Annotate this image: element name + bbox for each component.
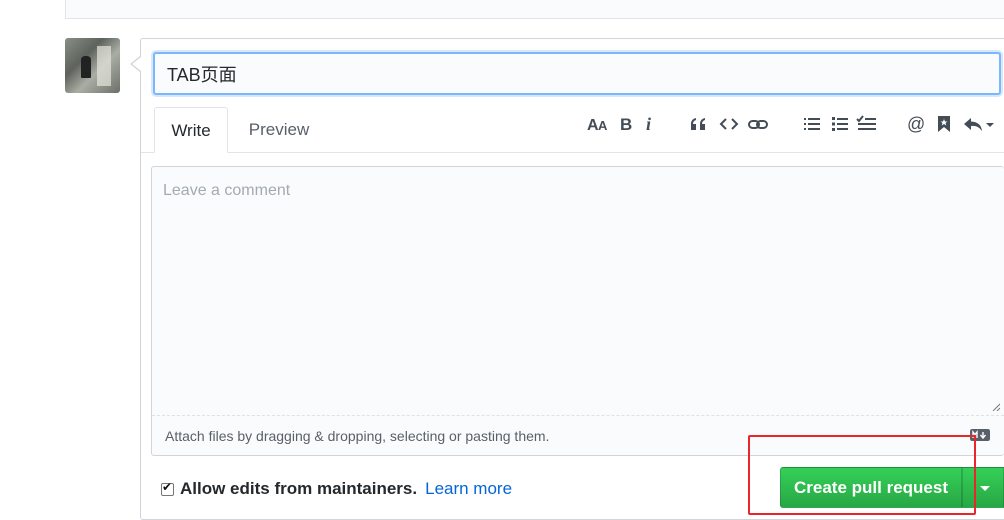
text-size-icon[interactable]: AA bbox=[587, 114, 611, 138]
avatar[interactable] bbox=[65, 38, 120, 93]
svg-text:A: A bbox=[598, 118, 608, 133]
svg-text:@: @ bbox=[907, 114, 925, 134]
tab-write[interactable]: Write bbox=[154, 107, 228, 153]
previous-comment-box bbox=[65, 0, 1004, 19]
allow-edits-row: Allow edits from maintainers. Learn more bbox=[161, 477, 512, 501]
avatar-light-shape bbox=[97, 46, 111, 86]
allow-edits-checkbox[interactable] bbox=[161, 480, 174, 496]
speech-caret-inner bbox=[132, 57, 141, 71]
code-icon[interactable] bbox=[719, 114, 739, 138]
svg-text:B: B bbox=[620, 115, 632, 134]
avatar-figure-shape bbox=[81, 56, 91, 78]
tab-preview[interactable]: Preview bbox=[240, 107, 318, 153]
learn-more-link[interactable]: Learn more bbox=[425, 479, 512, 499]
pull-request-title-input[interactable] bbox=[153, 52, 1001, 95]
task-list-icon[interactable] bbox=[856, 114, 878, 138]
link-icon[interactable] bbox=[747, 114, 769, 138]
resize-grip-icon[interactable] bbox=[992, 403, 1000, 411]
bold-icon[interactable]: B bbox=[618, 114, 636, 138]
comment-editor: Attach files by dragging & dropping, sel… bbox=[151, 166, 1004, 456]
reply-icon[interactable] bbox=[962, 114, 996, 138]
chevron-down-icon bbox=[980, 486, 990, 491]
annotation-highlight-box bbox=[748, 435, 976, 515]
bulleted-list-icon[interactable] bbox=[802, 114, 822, 138]
mention-icon[interactable]: @ bbox=[906, 114, 926, 138]
allow-edits-label: Allow edits from maintainers. bbox=[180, 479, 418, 498]
quote-icon[interactable] bbox=[689, 114, 709, 138]
italic-icon[interactable]: i bbox=[643, 114, 657, 138]
saved-reply-icon[interactable] bbox=[935, 114, 953, 138]
numbered-list-icon[interactable] bbox=[830, 114, 850, 138]
svg-text:i: i bbox=[646, 114, 651, 134]
comment-textarea[interactable] bbox=[152, 167, 1004, 415]
attach-files-text: Attach files by dragging & dropping, sel… bbox=[165, 428, 550, 444]
